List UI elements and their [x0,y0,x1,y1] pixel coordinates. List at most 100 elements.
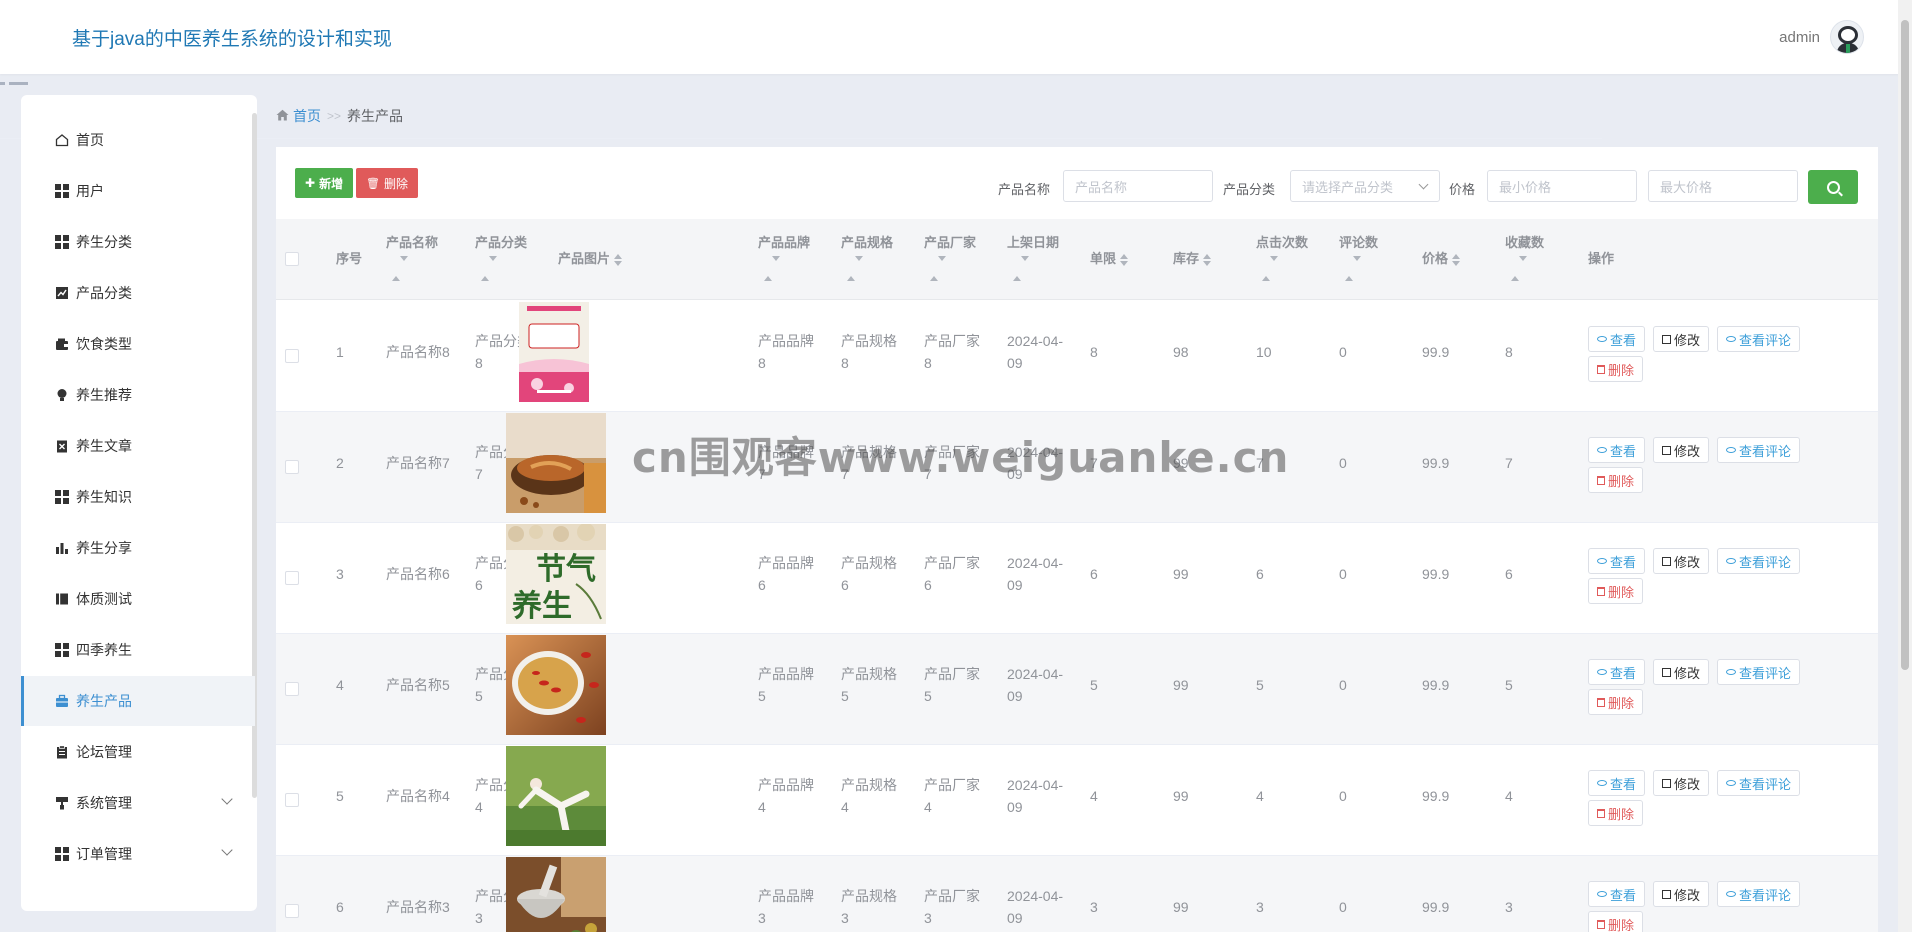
view-reviews-button[interactable]: 查看评论 [1717,881,1801,907]
cell-name: 产品名称4 [386,788,450,804]
cell-maker: 产品厂家 4 [924,774,980,818]
sidebar-item-label: 养生分享 [76,540,132,556]
sidebar-item-product-category[interactable]: 产品分类 [21,268,255,318]
col-brand[interactable]: 产品品牌 [758,231,810,281]
edit-button[interactable]: 修改 [1653,326,1710,352]
view-reviews-button[interactable]: 查看评论 [1717,770,1801,796]
add-button[interactable]: ✚ 新增 [295,168,354,198]
product-image[interactable]: 节气 养生 [506,524,606,624]
select-all-checkbox[interactable] [285,252,299,266]
view-button[interactable]: 查看 [1588,437,1646,463]
row-delete-button[interactable]: 删除 [1588,467,1644,493]
sort-icon[interactable] [392,256,438,281]
sort-icon[interactable] [1452,253,1461,267]
view-button[interactable]: 查看 [1588,770,1646,796]
product-image[interactable] [506,857,606,932]
col-image[interactable]: 产品图片 [558,247,623,271]
sort-icon[interactable] [847,256,893,281]
view-button[interactable]: 查看 [1588,326,1646,352]
sort-icon[interactable] [1262,256,1308,281]
home-icon [276,109,289,124]
avatar[interactable] [1830,20,1864,54]
sidebar-item-health-category[interactable]: 养生分类 [21,217,255,267]
col-date[interactable]: 上架日期 [1007,231,1059,281]
col-comments[interactable]: 评论数 [1339,231,1378,281]
sidebar-item-users[interactable]: 用户 [21,166,255,216]
edit-button[interactable]: 修改 [1653,548,1710,574]
col-maker[interactable]: 产品厂家 [924,231,976,281]
row-delete-button[interactable]: 删除 [1588,689,1644,715]
sidebar-item-system[interactable]: 系统管理 [21,778,255,828]
row-checkbox[interactable] [285,904,299,918]
view-button[interactable]: 查看 [1588,881,1646,907]
product-image[interactable] [506,413,606,513]
edit-button[interactable]: 修改 [1653,659,1710,685]
delete-button[interactable]: 🗑 删除 [356,168,418,198]
view-reviews-button[interactable]: 查看评论 [1717,659,1801,685]
user-menu[interactable]: admin [1779,20,1864,54]
row-checkbox[interactable] [285,571,299,585]
sidebar-item-health-products[interactable]: 养生产品 [21,676,255,726]
row-checkbox[interactable] [285,793,299,807]
menu-toggle-icon[interactable] [0,25,1602,139]
eye-icon [1726,447,1736,453]
username[interactable]: admin [1779,29,1820,46]
view-reviews-button[interactable]: 查看评论 [1717,326,1801,352]
chevron-down-icon[interactable] [221,793,233,805]
col-spec[interactable]: 产品规格 [841,231,893,281]
product-image[interactable] [506,746,606,846]
sidebar-item-health-knowledge[interactable]: 养生知识 [21,472,255,522]
breadcrumb-home-link[interactable]: 首页 [293,106,321,126]
sidebar-item-diet-type[interactable]: 饮食类型 [21,319,255,369]
paint-roller-icon [54,795,70,811]
row-delete-button[interactable]: 删除 [1588,911,1644,932]
row-delete-button[interactable]: 删除 [1588,356,1644,382]
sidebar-item-constitution-test[interactable]: 体质测试 [21,574,255,624]
col-clicks[interactable]: 点击次数 [1256,231,1308,281]
edit-button[interactable]: 修改 [1653,881,1710,907]
edit-button[interactable]: 修改 [1653,437,1710,463]
col-price[interactable]: 价格 [1422,247,1461,271]
sort-icon[interactable] [1203,253,1212,267]
sidebar-item-seasonal-health[interactable]: 四季养生 [21,625,255,675]
product-image[interactable] [519,302,589,402]
edit-button[interactable]: 修改 [1653,770,1710,796]
col-favorites[interactable]: 收藏数 [1505,231,1544,281]
search-max-price-input[interactable]: 最大价格 [1648,170,1798,202]
col-category[interactable]: 产品分类 [475,231,527,281]
view-reviews-button[interactable]: 查看评论 [1717,437,1801,463]
sort-icon[interactable] [1013,256,1059,281]
sort-icon[interactable] [930,256,976,281]
row-checkbox[interactable] [285,682,299,696]
row-checkbox[interactable] [285,349,299,363]
search-category-select[interactable]: 请选择产品分类 [1290,170,1440,202]
sidebar-item-home[interactable]: 首页 [21,115,255,165]
product-image[interactable] [506,635,606,735]
sort-icon[interactable] [764,256,810,281]
sort-icon[interactable] [1345,256,1378,281]
lightbulb-icon [54,387,70,403]
search-min-price-input[interactable]: 最小价格 [1487,170,1637,202]
row-checkbox[interactable] [285,460,299,474]
sidebar-item-health-articles[interactable]: 养生文章 [21,421,255,471]
sort-icon[interactable] [1511,256,1544,281]
sort-icon[interactable] [481,256,527,281]
sidebar-item-health-share[interactable]: 养生分享 [21,523,255,573]
view-reviews-button[interactable]: 查看评论 [1717,548,1801,574]
col-stock[interactable]: 库存 [1173,247,1212,271]
sort-icon[interactable] [1120,253,1129,267]
sidebar-item-health-recommend[interactable]: 养生推荐 [21,370,255,420]
row-delete-button[interactable]: 删除 [1588,578,1644,604]
sidebar-item-orders[interactable]: 订单管理 [21,829,255,879]
search-name-input[interactable]: 产品名称 [1063,170,1213,202]
view-button[interactable]: 查看 [1588,659,1646,685]
sidebar-item-forum[interactable]: 论坛管理 [21,727,255,777]
view-button[interactable]: 查看 [1588,548,1646,574]
window-scrollbar[interactable] [1898,0,1912,932]
search-button[interactable] [1808,170,1858,204]
sort-icon[interactable] [614,253,623,267]
chevron-down-icon[interactable] [221,844,233,856]
col-name[interactable]: 产品名称 [386,231,438,281]
row-delete-button[interactable]: 删除 [1588,800,1644,826]
col-limit[interactable]: 单限 [1090,247,1129,271]
